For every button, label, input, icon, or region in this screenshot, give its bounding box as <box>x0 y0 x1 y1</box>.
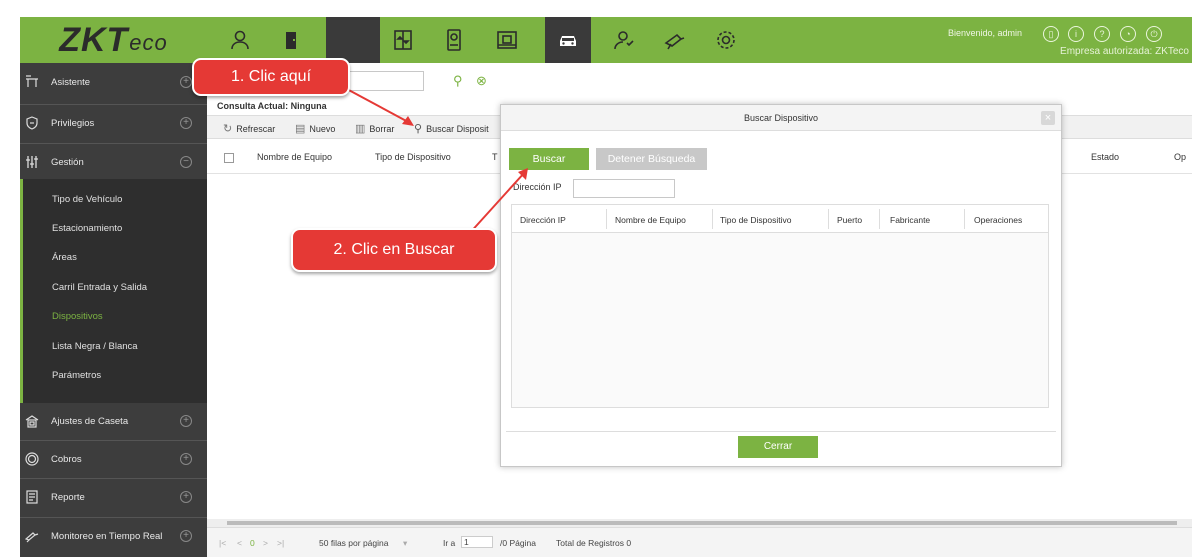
app-window: ZKT eco Bienvenido, admin ▯ i ? ◔ ⏻ Empre… <box>0 0 1192 557</box>
callout-step-2: 2. Clic en Buscar <box>291 228 497 272</box>
arrow-line-step2 <box>467 171 526 236</box>
arrow-line-step1 <box>344 87 411 124</box>
arrow-head-step1 <box>402 116 414 126</box>
callout-step-1: 1. Clic aquí <box>192 58 350 96</box>
callout-arrows <box>344 87 528 236</box>
